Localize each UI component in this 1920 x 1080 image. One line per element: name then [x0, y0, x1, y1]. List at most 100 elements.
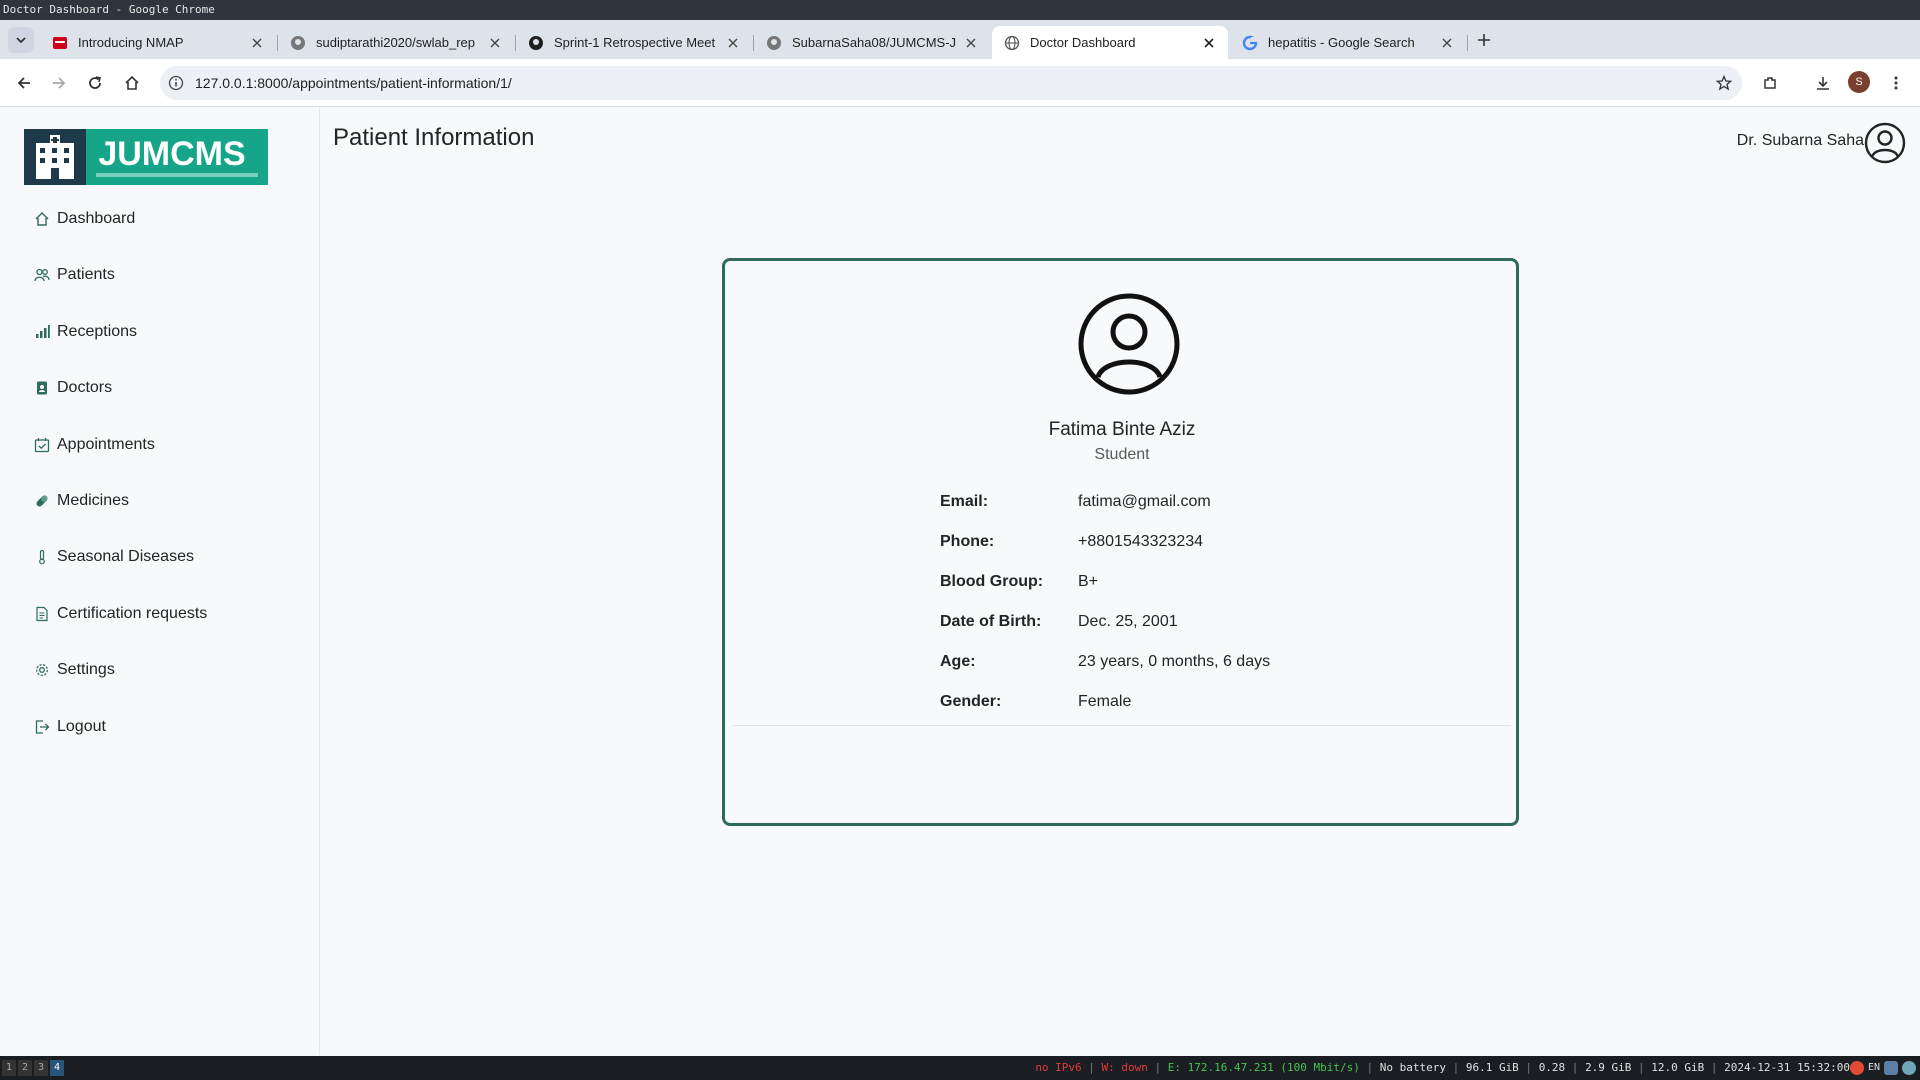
- field-value: +8801543323234: [1078, 533, 1204, 550]
- swap-status: 12.0 GiB: [1651, 1061, 1705, 1074]
- new-tab-button[interactable]: [1472, 28, 1496, 52]
- tab-label: sudiptarathi2020/swlab_rep: [316, 35, 475, 50]
- field-value: Dec. 25, 2001: [1078, 613, 1178, 630]
- tab-hepatitis-search[interactable]: hepatitis - Google Search: [1230, 26, 1466, 59]
- arrow-right-icon: [53, 77, 66, 89]
- people-icon: [34, 267, 50, 283]
- sidebar-item-label: Certification requests: [57, 605, 208, 622]
- calendar-check-icon: [34, 437, 50, 453]
- display-tray-icon[interactable]: [1884, 1061, 1898, 1075]
- patient-occupation: Student: [1094, 446, 1150, 463]
- github-icon: [290, 35, 306, 51]
- field-label: Blood Group:: [940, 573, 1044, 590]
- sidebar-item-medicines[interactable]: Medicines: [34, 486, 129, 516]
- profile-avatar[interactable]: S: [1848, 71, 1870, 93]
- nmap-favicon: [52, 35, 68, 51]
- tab-label: Doctor Dashboard: [1030, 35, 1136, 50]
- patient-card-body: Fatima Binte Aziz Student Email: fatima@…: [733, 261, 1511, 726]
- ethernet-status: E: 172.16.47.231 (100 Mbit/s): [1167, 1061, 1360, 1074]
- tab-doctor-dashboard[interactable]: Doctor Dashboard: [992, 26, 1228, 59]
- home-button[interactable]: [120, 71, 144, 95]
- workspace-button[interactable]: 3: [34, 1060, 48, 1076]
- patient-card: Fatima Binte Aziz Student Email: fatima@…: [722, 258, 1519, 826]
- site-info-icon[interactable]: [168, 75, 184, 91]
- sidebar-item-label: Dashboard: [57, 210, 136, 227]
- tab-sprint-retrospective[interactable]: Sprint-1 Retrospective Meet: [516, 26, 752, 59]
- download-icon: [1817, 77, 1829, 90]
- home-icon: [34, 211, 50, 227]
- capsule-icon: [34, 493, 50, 509]
- arrow-left-icon: [17, 77, 30, 89]
- github-icon: [766, 35, 782, 51]
- address-bar[interactable]: 127.0.0.1:8000/appointments/patient-info…: [160, 66, 1742, 100]
- workspace-button[interactable]: 1: [2, 1060, 16, 1076]
- user-circle-icon[interactable]: [1864, 122, 1906, 164]
- sidebar-item-settings[interactable]: Settings: [34, 655, 115, 685]
- close-icon[interactable]: [962, 34, 980, 52]
- workspace-button-active[interactable]: 4: [50, 1060, 64, 1076]
- sidebar-item-logout[interactable]: Logout: [34, 712, 106, 742]
- sidebar-item-label: Logout: [57, 718, 106, 735]
- close-icon[interactable]: [486, 34, 504, 52]
- field-value: 23 years, 0 months, 6 days: [1078, 653, 1271, 670]
- workspace-button[interactable]: 2: [18, 1060, 32, 1076]
- back-button[interactable]: [12, 71, 36, 95]
- wifi-status: W: down: [1101, 1061, 1148, 1074]
- sidebar-item-seasonal-diseases[interactable]: Seasonal Diseases: [34, 542, 194, 572]
- sidebar-item-label: Medicines: [57, 492, 130, 509]
- tab-introducing-nmap[interactable]: Introducing NMAP: [40, 26, 276, 59]
- sidebar-item-label: Receptions: [57, 323, 138, 340]
- reload-button[interactable]: [83, 71, 107, 95]
- field-value: Female: [1078, 693, 1132, 710]
- system-status-bar: 1 2 3 4 no IPv6 | W: down | E: 172.16.47…: [0, 1056, 1920, 1080]
- sidebar-item-label: Settings: [57, 661, 115, 678]
- bookmark-star-icon[interactable]: [1716, 75, 1732, 91]
- sidebar-item-dashboard[interactable]: Dashboard: [34, 204, 135, 234]
- browser-menu-button[interactable]: [1884, 71, 1908, 95]
- field-label: Gender:: [940, 693, 1002, 710]
- url-text[interactable]: 127.0.0.1:8000/appointments/patient-info…: [195, 66, 512, 100]
- tab-strip: Introducing NMAP sudiptarathi2020/swlab_…: [0, 20, 1920, 59]
- badge-icon: [34, 380, 50, 396]
- browser-toolbar: 127.0.0.1:8000/appointments/patient-info…: [0, 59, 1920, 107]
- sidebar: JUMCMS Dashboard Patients Receptions Doc…: [0, 107, 320, 1055]
- chevron-down-icon: [16, 37, 26, 44]
- close-icon[interactable]: [1200, 34, 1218, 52]
- field-label: Email:: [940, 493, 989, 510]
- tab-label: hepatitis - Google Search: [1268, 35, 1415, 50]
- forward-button[interactable]: [47, 71, 71, 95]
- chrome-tray-icon[interactable]: [1849, 1061, 1864, 1075]
- sidebar-item-label: Seasonal Diseases: [57, 548, 194, 565]
- tab-jumcms-repo[interactable]: SubarnaSaha08/JUMCMS-Ja: [754, 26, 990, 59]
- field-label: Phone:: [940, 533, 995, 550]
- close-icon[interactable]: [724, 34, 742, 52]
- language-indicator[interactable]: EN: [1868, 1061, 1880, 1075]
- tab-swlab-rep[interactable]: sudiptarathi2020/swlab_rep: [278, 26, 514, 59]
- ipv6-status: no IPv6: [1035, 1061, 1082, 1074]
- sidebar-item-appointments[interactable]: Appointments: [34, 430, 155, 460]
- sidebar-item-receptions[interactable]: Receptions: [34, 317, 137, 347]
- home-icon: [125, 75, 139, 90]
- page-title: Patient Information: [333, 124, 535, 151]
- downloads-button[interactable]: [1811, 71, 1835, 95]
- tab-label: SubarnaSaha08/JUMCMS-Ja: [792, 35, 956, 50]
- disk-status: 96.1 GiB: [1465, 1061, 1519, 1074]
- tab-search-button[interactable]: [8, 27, 34, 53]
- sidebar-item-label: Doctors: [57, 379, 113, 396]
- kebab-menu-icon: [1894, 76, 1898, 90]
- network-tray-icon[interactable]: [1902, 1061, 1916, 1075]
- system-tray: EN: [1849, 1061, 1916, 1075]
- sidebar-item-doctors[interactable]: Doctors: [34, 373, 112, 403]
- extensions-button[interactable]: [1758, 71, 1782, 95]
- sidebar-item-patients[interactable]: Patients: [34, 260, 115, 290]
- user-name[interactable]: Dr. Subarna Saha: [1737, 132, 1864, 150]
- jumcms-logo[interactable]: JUMCMS: [24, 129, 268, 185]
- sidebar-item-certification-requests[interactable]: Certification requests: [34, 599, 207, 629]
- load-status: 0.28: [1538, 1061, 1566, 1074]
- puzzle-icon: [1764, 77, 1776, 89]
- sidebar-item-label: Appointments: [57, 436, 155, 453]
- close-icon[interactable]: [1438, 34, 1456, 52]
- close-icon[interactable]: [248, 34, 266, 52]
- window-title: Doctor Dashboard - Google Chrome: [0, 0, 1920, 20]
- status-blocks: no IPv6 | W: down | E: 172.16.47.231 (10…: [1035, 1061, 1850, 1074]
